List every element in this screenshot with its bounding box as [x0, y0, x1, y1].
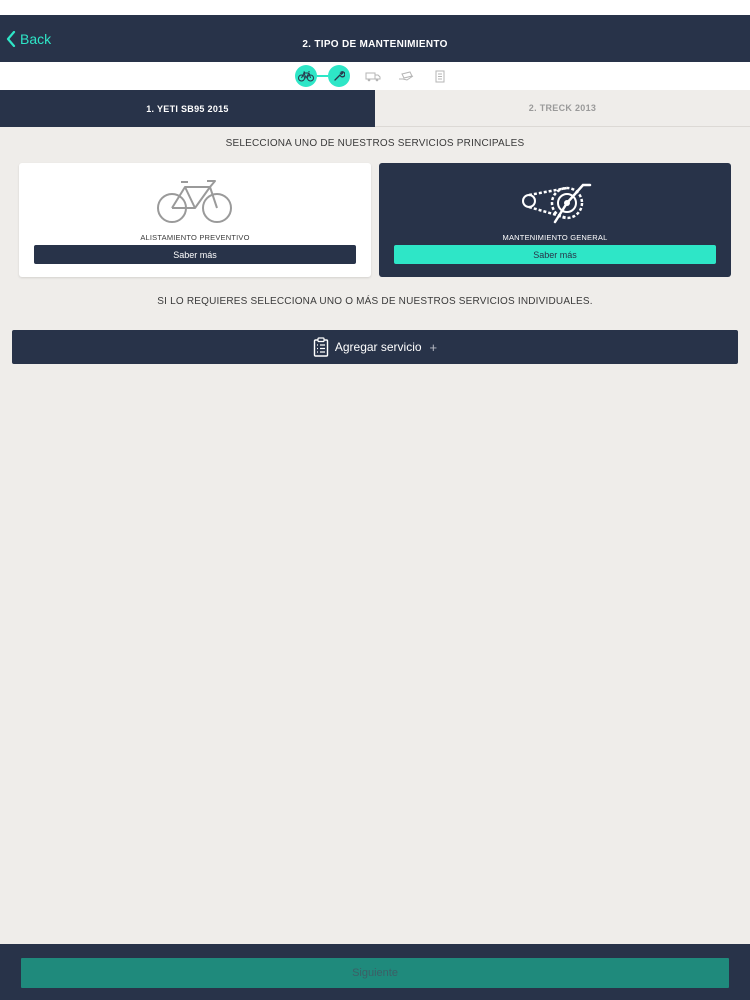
step-bicycle [295, 65, 317, 87]
bicycle-icon [157, 180, 232, 223]
step-payment [398, 68, 414, 84]
add-service-button[interactable]: Agregar servicio + [12, 330, 738, 364]
navigation-bar: Back 2. TIPO DE MANTENIMIENTO [0, 15, 750, 62]
add-service-label: Agregar servicio [334, 340, 422, 354]
clipboard-icon [313, 337, 329, 357]
truck-icon [365, 72, 381, 82]
service-card-general[interactable]: MANTENIMIENTO GENERAL Saber más [379, 163, 731, 277]
bicycle-icon [298, 71, 314, 82]
step-receipt [432, 68, 448, 84]
main-services-heading: SELECCIONA UNO DE NUESTROS SERVICIOS PRI… [225, 138, 525, 149]
receipt-icon [435, 70, 445, 82]
step-connector [317, 75, 328, 77]
next-button[interactable]: Siguiente [21, 958, 729, 988]
plus-icon: + [429, 339, 438, 355]
footer-bar: Siguiente [0, 944, 750, 1000]
tab-bike-2[interactable]: 2. TRECK 2013 [375, 90, 750, 127]
step-wrench [328, 65, 350, 87]
step-truck [365, 68, 381, 84]
tab-bike-1[interactable]: 1. YETI SB95 2015 [0, 90, 375, 127]
wrench-icon [334, 71, 345, 81]
page-title: 2. TIPO DE MANTENIMIENTO [302, 39, 448, 50]
learn-more-button[interactable]: Saber más [394, 245, 716, 264]
service-card-preventive[interactable]: ALISTAMIENTO PREVENTIVO Saber más [19, 163, 371, 277]
chainring-icon [522, 183, 592, 224]
status-bar [0, 0, 750, 15]
card-label: ALISTAMIENTO PREVENTIVO [140, 233, 250, 242]
bike-tabs: 1. YETI SB95 2015 2. TRECK 2013 [0, 90, 750, 127]
learn-more-button[interactable]: Saber más [34, 245, 356, 264]
individual-services-heading: SI LO REQUIERES SELECCIONA UNO O MÁS DE … [157, 296, 593, 307]
progress-stepper [0, 62, 750, 90]
hand-money-icon [399, 71, 414, 81]
card-label: MANTENIMIENTO GENERAL [502, 233, 608, 242]
